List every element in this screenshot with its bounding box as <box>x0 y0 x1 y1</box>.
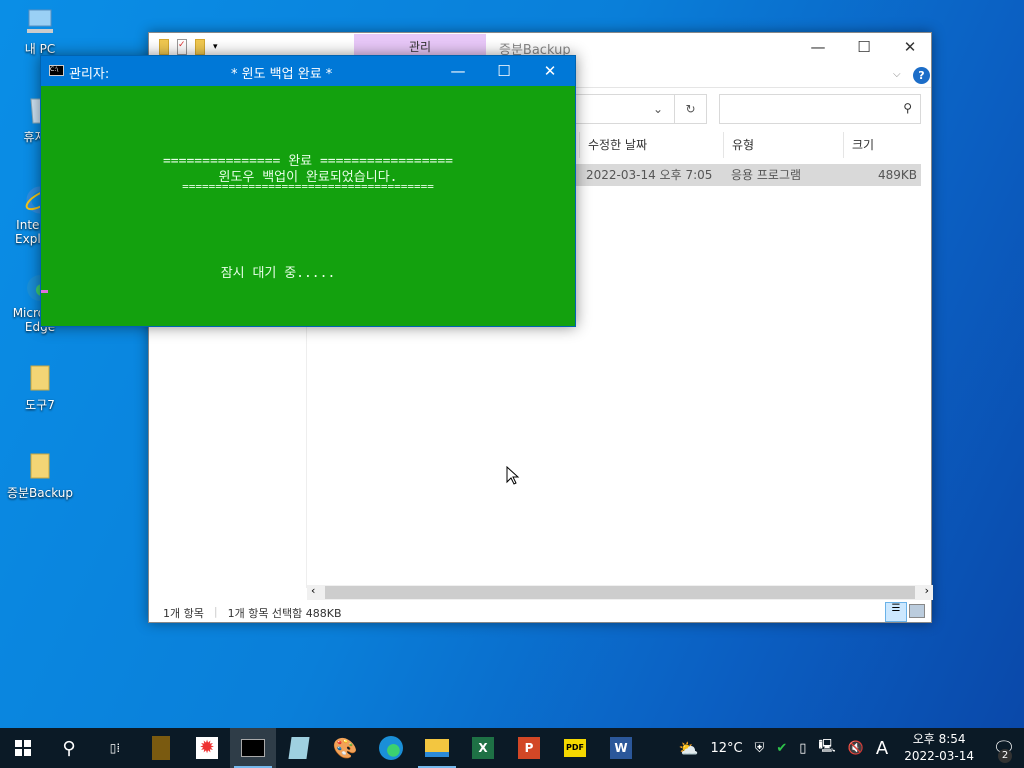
start-button[interactable] <box>0 728 46 768</box>
edge-icon <box>379 736 403 760</box>
security-icon[interactable]: ⛨ <box>755 741 765 756</box>
taskbar-powerpoint[interactable]: P <box>506 728 552 768</box>
file-type: 응용 프로그램 <box>731 168 802 182</box>
taskbar-pdf[interactable]: PDF <box>552 728 598 768</box>
details-view-button[interactable]: ☰ <box>885 602 907 622</box>
folder-icon <box>24 450 56 482</box>
clock-date: 2022-03-14 <box>904 749 974 763</box>
taskbar-word[interactable]: W <box>598 728 644 768</box>
folder-icon[interactable] <box>159 39 169 55</box>
taskbar-excel[interactable]: X <box>460 728 506 768</box>
cmd-title-bar[interactable]: C:\ 관리자: * 윈도 백업 완료 * — ☐ ✕ <box>41 56 575 86</box>
taskbar-app1[interactable] <box>138 728 184 768</box>
large-icons-view-button[interactable] <box>909 604 925 618</box>
search-icon: ⚲ <box>62 737 76 759</box>
clock-time: 오후 8:54 <box>912 732 966 746</box>
cmd-title: * 윈도 백업 완료 * <box>231 67 333 82</box>
taskbar-cmd[interactable] <box>230 728 276 768</box>
console-line: ====================================== <box>182 180 434 193</box>
cursor <box>41 290 48 293</box>
search-icon: ⚲ <box>903 101 912 115</box>
quick-access-toolbar: ✓ ▾ <box>159 39 218 55</box>
search-button[interactable]: ⚲ <box>46 728 92 768</box>
item-count: 1개 항목 <box>163 607 204 620</box>
chevron-down-icon[interactable]: ⌄ <box>642 95 674 123</box>
file-row[interactable]: 2022-03-14 오후 7:05 응용 프로그램 489KB <box>569 164 921 186</box>
usb-icon[interactable]: ▯ <box>799 741 806 756</box>
mouse-cursor-icon <box>506 466 520 485</box>
notepad-icon <box>288 737 310 759</box>
scrollbar-thumb[interactable] <box>325 586 915 599</box>
selection-info: 1개 항목 선택함 488KB <box>227 607 342 620</box>
refresh-icon[interactable]: ↻ <box>674 95 706 123</box>
taskbar-edge[interactable] <box>368 728 414 768</box>
desktop-icon-backup[interactable]: 증분Backup <box>2 450 78 501</box>
column-header-size[interactable]: 크기 <box>843 132 923 158</box>
excel-icon: X <box>472 737 494 759</box>
address-bar[interactable]: ⌄ ↻ <box>569 94 707 124</box>
task-view-icon: ▯⁞ <box>109 741 121 755</box>
ribbon-expand-icon[interactable]: ⌵ <box>893 69 901 80</box>
app-icon: ✹ <box>196 737 218 759</box>
column-header-date[interactable]: 수정한 날짜 <box>579 132 723 158</box>
minimize-button[interactable]: — <box>795 33 841 61</box>
taskbar: ⚲ ▯⁞ ✹ 🎨 X P PDF W ⛅ 12°C ⛨ ✔ ▯ 🖳 🔇 A 오후… <box>0 728 1024 768</box>
weather-icon[interactable]: ⛅ <box>679 739 699 758</box>
status-bar: 1개 항목 | 1개 항목 선택함 488KB <box>163 605 342 620</box>
help-icon[interactable]: ? <box>913 67 930 84</box>
horizontal-scrollbar[interactable]: ‹ › <box>307 584 933 600</box>
maximize-button[interactable]: ☐ <box>841 33 887 61</box>
scroll-left-icon[interactable]: ‹ <box>311 584 315 597</box>
desktop-icon-my-pc[interactable]: 내 PC <box>2 6 78 57</box>
computer-icon <box>24 6 56 38</box>
scroll-right-icon[interactable]: › <box>925 584 929 597</box>
word-icon: W <box>610 737 632 759</box>
file-size: 489KB <box>877 168 917 182</box>
ime-indicator[interactable]: A <box>876 738 888 759</box>
clock[interactable]: 오후 8:54 2022-03-14 <box>904 731 974 765</box>
maximize-button[interactable]: ☐ <box>481 56 527 86</box>
volume-muted-icon[interactable]: 🔇 <box>848 741 864 756</box>
taskbar-file-explorer[interactable] <box>414 728 460 768</box>
powerpoint-icon: P <box>518 737 540 759</box>
weather-temp[interactable]: 12°C <box>710 741 742 756</box>
cmd-icon: C:\ <box>49 65 64 76</box>
notification-badge: 2 <box>998 748 1012 763</box>
cmd-window[interactable]: C:\ 관리자: * 윈도 백업 완료 * — ☐ ✕ ============… <box>40 55 576 327</box>
file-date: 2022-03-14 오후 7:05 <box>586 168 713 182</box>
pdf-icon: PDF <box>564 739 586 757</box>
shield-check-icon[interactable]: ✔ <box>776 741 787 756</box>
folder-icon <box>425 739 449 757</box>
search-input[interactable]: ⚲ <box>719 94 921 124</box>
close-button[interactable]: ✕ <box>527 56 573 86</box>
folder-icon <box>24 362 56 394</box>
customize-dropdown-icon[interactable]: ▾ <box>213 42 218 52</box>
taskbar-paint[interactable]: 🎨 <box>322 728 368 768</box>
column-header-type[interactable]: 유형 <box>723 132 843 158</box>
taskbar-app2[interactable]: ✹ <box>184 728 230 768</box>
notification-center-button[interactable]: 🗨 2 <box>984 738 1024 763</box>
minimize-button[interactable]: — <box>435 56 481 86</box>
cmd-title-left: 관리자: <box>69 67 110 82</box>
properties-icon[interactable]: ✓ <box>177 39 187 55</box>
new-folder-icon[interactable] <box>195 39 205 55</box>
close-button[interactable]: ✕ <box>887 33 933 61</box>
desktop-icon-tools7[interactable]: 도구7 <box>2 362 78 413</box>
network-icon[interactable]: 🖳 <box>818 737 835 759</box>
windows-icon <box>15 740 31 756</box>
taskbar-notepad[interactable] <box>276 728 322 768</box>
app-icon <box>152 736 170 760</box>
task-view-button[interactable]: ▯⁞ <box>92 728 138 768</box>
system-tray: ⛅ 12°C ⛨ ✔ ▯ 🖳 🔇 A 오후 8:54 2022-03-14 🗨 2 <box>673 728 1024 768</box>
console-line: 잠시 대기 중..... <box>220 266 336 281</box>
cmd-icon <box>241 739 265 757</box>
paint-icon: 🎨 <box>332 736 358 760</box>
